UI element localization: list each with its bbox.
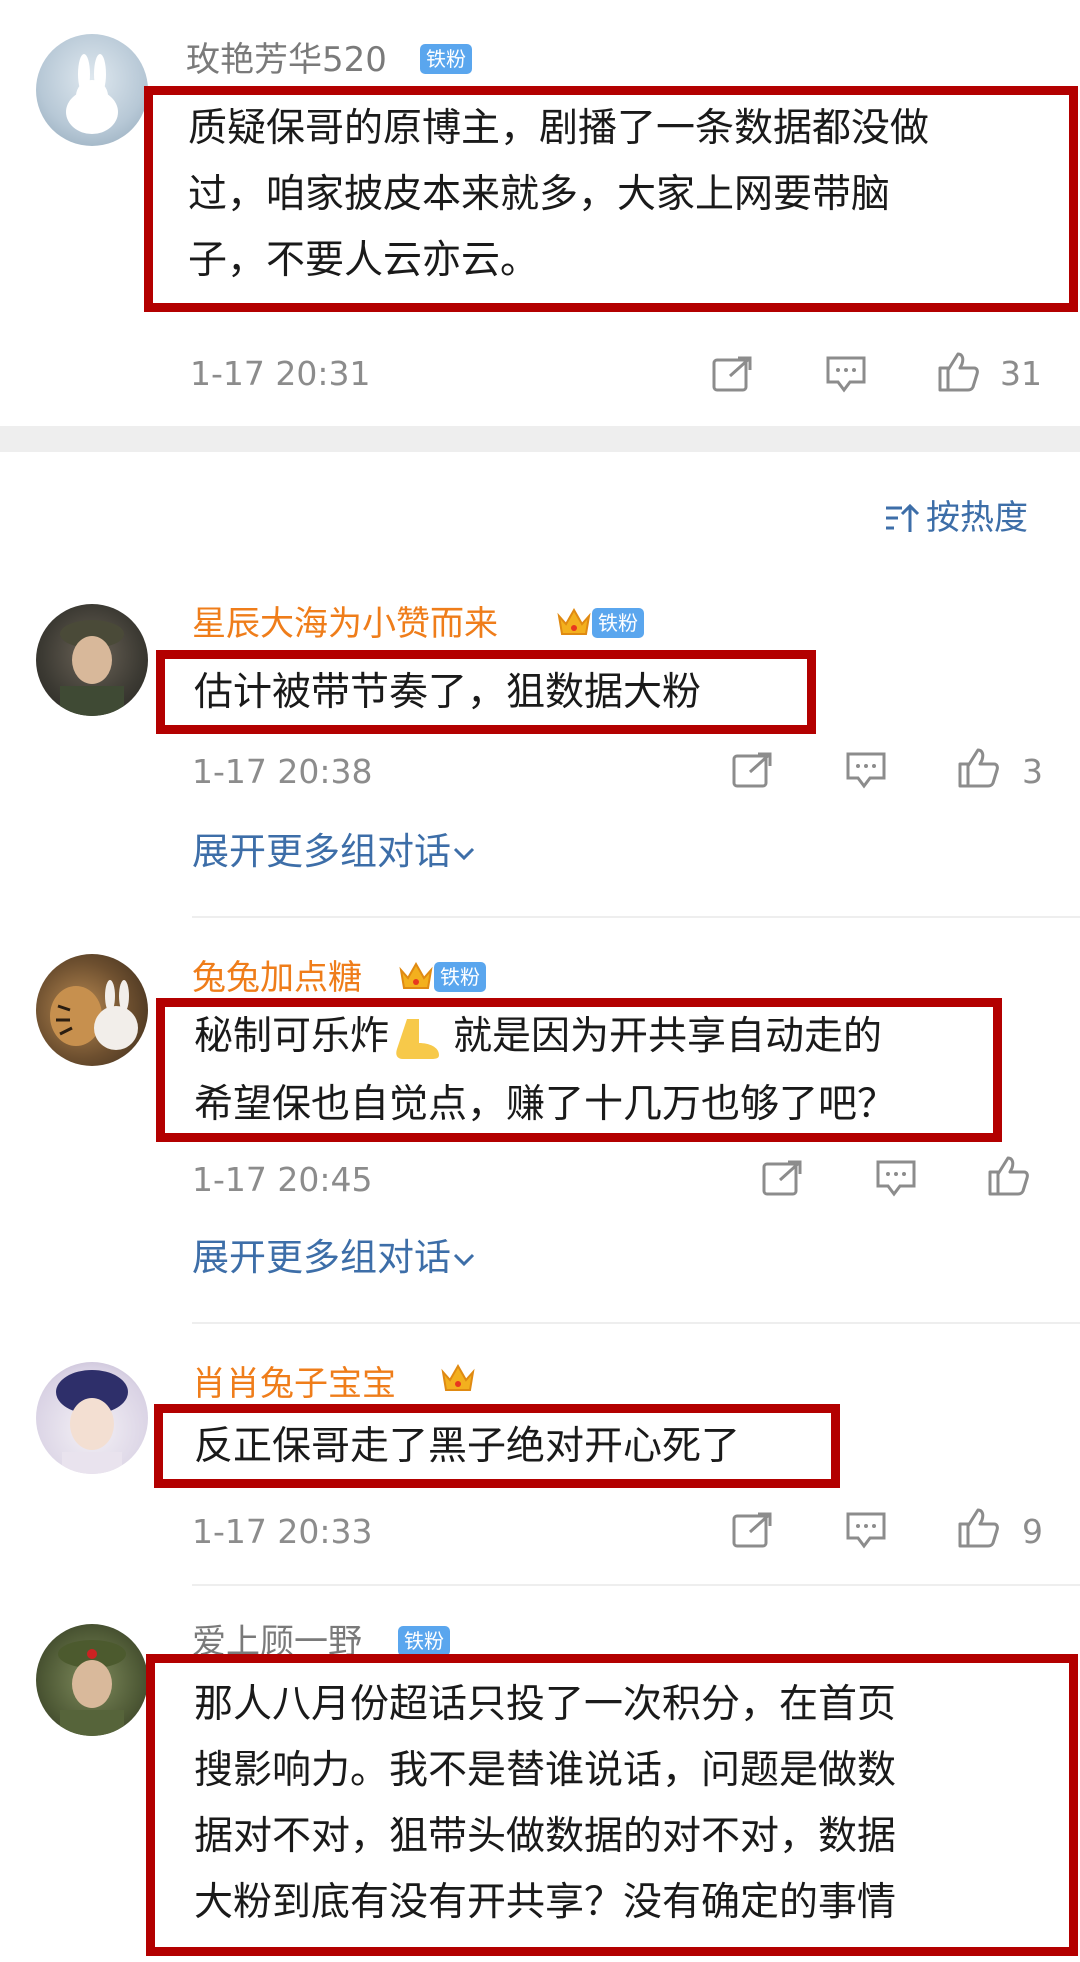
comment-text-line: 反正保哥走了黑子绝对开心死了 [194,1424,741,1469]
comment-text-line: 希望保也自觉点，赚了十几万也够了吧？ [194,1082,897,1127]
comment-text-line: 质疑保哥的原博主，剧播了一条数据都没做 [188,106,930,151]
comment-timestamp: 1-17 20:45 [192,1160,373,1199]
sort-icon[interactable] [884,500,924,536]
avatar[interactable] [36,1362,148,1474]
username[interactable]: 兔兔加点糖 [192,956,362,1000]
chevron-down-icon [451,1250,477,1270]
comment-timestamp: 1-17 20:31 [190,354,371,393]
comment-icon[interactable] [874,1158,918,1198]
like-count: 9 [1022,1512,1043,1551]
username[interactable]: 星辰大海为小赞而来 [192,602,498,646]
username[interactable]: 肖肖兔子宝宝 [192,1362,396,1406]
comment-text-segment: 秘制可乐炸 [194,1014,390,1059]
chevron-down-icon [451,844,477,864]
section-divider [0,426,1080,452]
thumbs-up-icon[interactable] [936,350,980,392]
expand-more-dialogues-link[interactable]: 展开更多组对话 [192,830,477,874]
expand-more-dialogues-link[interactable]: 展开更多组对话 [192,1236,477,1280]
comment-text-line: 过，咱家披皮本来就多，大家上网要带脑 [188,172,891,217]
comment-separator [192,1322,1080,1324]
crown-icon [556,606,592,638]
person-avatar-image [56,1370,128,1474]
person-avatar-image [60,620,124,716]
expand-label: 展开更多组对话 [192,830,451,873]
fan-badge: 铁粉 [398,1626,450,1656]
comment-text-line: 据对不对，狙带头做数据的对不对，数据 [194,1814,897,1859]
avatar[interactable] [36,954,148,1066]
avatar[interactable] [36,604,148,716]
share-icon[interactable] [730,750,774,790]
person-avatar-image [58,1640,126,1736]
crown-icon [398,960,434,992]
like-count: 31 [1000,354,1042,393]
thumbs-up-icon[interactable] [956,746,1000,788]
comment-text-line: 估计被带节奏了，狙数据大粉 [194,670,702,715]
share-icon[interactable] [710,354,754,394]
fan-badge: 铁粉 [420,44,472,74]
comment-text-segment: 就是因为开共享自动走的 [453,1014,883,1059]
share-icon[interactable] [760,1158,804,1198]
comment-text-line: 搜影响力。我不是替谁说话，问题是做数 [194,1748,897,1793]
share-icon[interactable] [730,1510,774,1550]
crown-icon [440,1362,476,1394]
comment-icon[interactable] [824,354,868,394]
username[interactable]: 玫艳芳华520 [186,38,387,82]
sort-by-hot-button[interactable]: 按热度 [926,496,1028,540]
expand-label: 展开更多组对话 [192,1236,451,1279]
fan-badge: 铁粉 [592,608,644,638]
rabbit-avatar-image [66,54,118,134]
avatar[interactable] [36,34,148,146]
comment-icon[interactable] [844,750,888,790]
comment-text-line: 秘制可乐炸 就是因为开共享自动走的 [194,1004,882,1070]
comment-timestamp: 1-17 20:33 [192,1512,373,1551]
comment-text-line: 大粉到底有没有开共享？没有确定的事情 [194,1880,897,1925]
thumbs-up-icon[interactable] [986,1154,1030,1196]
comment-separator [192,1584,1080,1586]
thumbs-up-icon[interactable] [956,1506,1000,1548]
comment-separator [192,916,1080,918]
tiger-rabbit-avatar-image [50,980,138,1050]
fan-badge: 铁粉 [434,962,486,992]
comment-text-line: 子，不要人云亦云。 [188,238,540,283]
comment-icon[interactable] [844,1510,888,1550]
foot-emoji-icon [389,1017,443,1061]
like-count: 3 [1022,752,1043,791]
comment-text-line: 那人八月份超话只投了一次积分，在首页 [194,1682,897,1727]
avatar[interactable] [36,1624,148,1736]
comment-timestamp: 1-17 20:38 [192,752,373,791]
